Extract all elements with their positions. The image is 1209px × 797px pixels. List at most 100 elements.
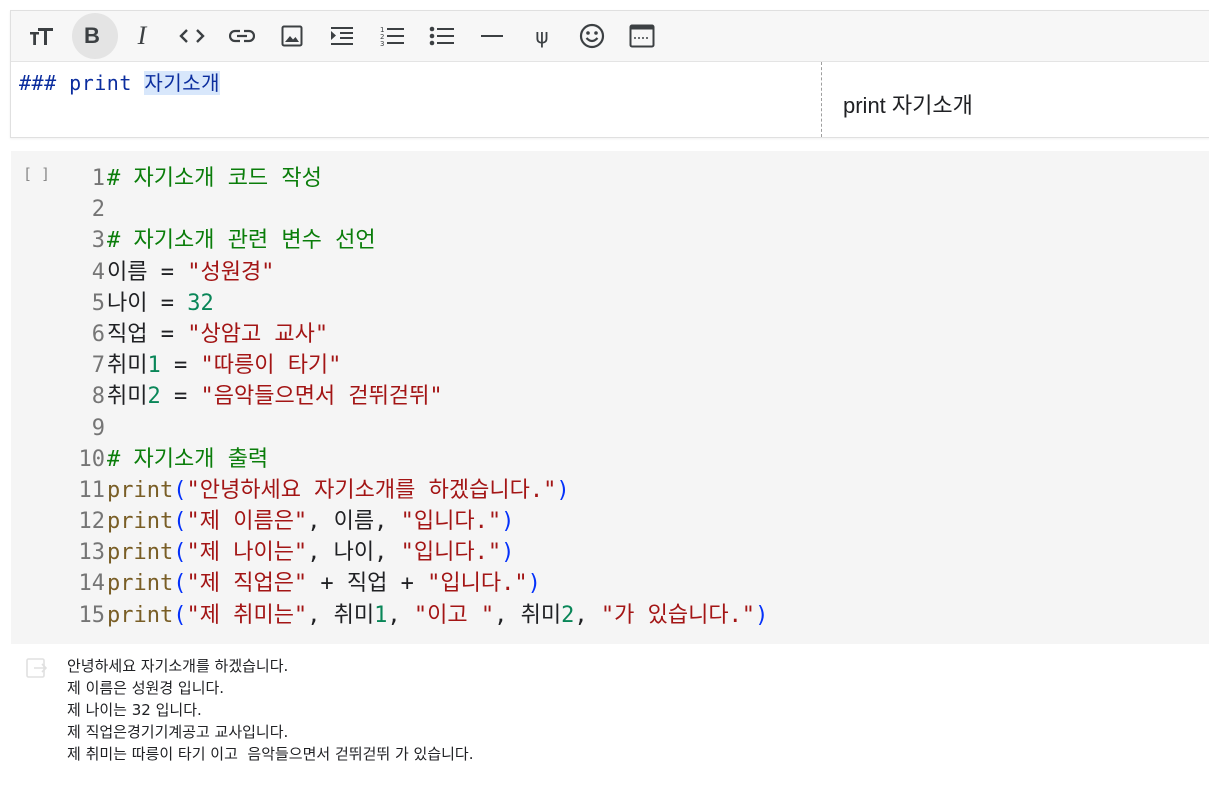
numbered-list-icon: 1 2 3: [380, 26, 404, 48]
code-token: "입니다.": [400, 509, 502, 535]
preview-layout-button[interactable]: [617, 11, 667, 61]
text-cell[interactable]: B I 1 2 3 ψ ### print 자기소개 print 자기소개: [10, 10, 1209, 138]
horizontal-rule-button[interactable]: [467, 11, 517, 61]
horizontal-rule-icon: [481, 35, 503, 37]
markdown-source-text: ### print: [19, 71, 145, 95]
output-line: 제 이름은 성원경 입니다.: [67, 679, 225, 697]
link-icon: [229, 29, 255, 43]
code-token: + 직업 +: [307, 571, 428, 597]
code-button[interactable]: [167, 11, 217, 61]
code-token: , 나이,: [307, 540, 401, 566]
code-token: 취미: [107, 353, 148, 379]
line-number: 9: [91, 415, 105, 441]
code-line: 7 취미1 = "따릉이 타기": [75, 350, 768, 381]
line-number: 3: [91, 228, 105, 254]
code-line: 15 print("제 취미는", 취미1, "이고 ", 취미2, "가 있습니…: [75, 600, 769, 631]
code-editor[interactable]: 1 # 자기소개 코드 작성 2 3 # 자기소개 관련 변수 선언 4 이름 = "성원경…: [75, 163, 769, 631]
code-token: 취미: [107, 384, 148, 410]
code-text: print("제 나이는", 나이, "입니다."): [107, 537, 514, 568]
code-token: 1: [147, 353, 161, 379]
code-cell[interactable]: [ ] 1 # 자기소개 코드 작성 2 3 # 자기소개 관련 변수 선언 4 이름 = …: [11, 151, 1209, 644]
code-token: =: [160, 353, 201, 379]
code-token: 직업 =: [107, 321, 188, 347]
code-token: "입니다.": [427, 571, 528, 597]
code-text: 이름 = "성원경": [107, 257, 274, 288]
line-number: 4: [91, 259, 105, 285]
code-token: # 자기소개 코드 작성: [107, 166, 322, 191]
code-line: 13 print("제 나이는", 나이, "입니다."): [75, 537, 768, 568]
text-size-button[interactable]: [17, 11, 67, 61]
code-line: 12 print("제 이름은", 이름, "입니다."): [75, 506, 768, 537]
code-text: print("안녕하세요 자기소개를 하겠습니다."): [107, 475, 570, 506]
numbered-list-button[interactable]: 1 2 3: [367, 11, 417, 61]
svg-text:3: 3: [380, 40, 384, 48]
output-line: 제 취미는 따릉이 타기 이고 음악들으면서 걷뛰걷뛰 가 있습니다.: [67, 745, 474, 763]
indent-button[interactable]: [317, 11, 367, 61]
code-token: (: [173, 571, 187, 597]
code-icon: [179, 29, 205, 43]
line-number: 6: [91, 321, 105, 347]
code-text: 나이 = 32: [107, 288, 214, 319]
code-token: (: [173, 509, 187, 535]
markdown-toolbar: B I 1 2 3 ψ: [11, 11, 1209, 62]
code-line: 6 직업 = "상암고 교사": [75, 319, 768, 350]
line-number: 13: [78, 540, 106, 566]
code-line: 14 print("제 직업은" + 직업 + "입니다."): [75, 568, 768, 599]
code-token: print: [107, 571, 174, 597]
code-token: # 자기소개 관련 변수 선언: [107, 228, 376, 254]
preview-layout-icon: [629, 24, 655, 48]
run-cell-button[interactable]: [ ]: [23, 165, 50, 183]
code-text: print("제 취미는", 취미1, "이고 ", 취미2, "가 있습니다.…: [107, 600, 768, 631]
code-token: "입니다.": [400, 540, 502, 566]
code-line: 2: [75, 194, 768, 225]
link-button[interactable]: [217, 11, 267, 61]
line-number: 14: [78, 571, 106, 597]
code-text: 취미1 = "따릉이 타기": [107, 350, 341, 381]
selected-text: 자기소개: [144, 71, 221, 95]
code-token: ): [755, 602, 769, 628]
code-token: "가 있습니다.": [600, 602, 756, 628]
code-token: "제 취미는": [186, 602, 308, 628]
line-number: 15: [78, 602, 106, 628]
code-line: 1 # 자기소개 코드 작성: [75, 163, 768, 194]
code-token: , 취미: [307, 602, 375, 628]
code-token: , 취미: [494, 602, 562, 628]
code-token: ): [501, 540, 515, 566]
bulleted-list-icon: [429, 26, 454, 46]
code-token: ): [501, 509, 515, 535]
indent-icon: [331, 27, 353, 45]
code-token: "제 직업은": [186, 571, 308, 597]
code-token: 나이 =: [107, 290, 188, 316]
code-token: , 이름,: [307, 509, 401, 535]
code-token: print: [107, 509, 174, 535]
image-button[interactable]: [267, 11, 317, 61]
bulleted-list-button[interactable]: [417, 11, 467, 61]
output-line: 제 직업은경기기계공고 교사입니다.: [67, 723, 289, 741]
code-line: 8 취미2 = "음악들으면서 걷뛰걷뛰": [75, 381, 768, 412]
code-token: 1: [374, 602, 388, 628]
latex-button[interactable]: ψ: [517, 11, 567, 61]
code-line: 3 # 자기소개 관련 변수 선언: [75, 225, 768, 256]
code-token: "성원경": [187, 259, 275, 285]
emoji-button[interactable]: [567, 11, 617, 61]
code-line: 4 이름 = "성원경": [75, 257, 768, 288]
line-number: 10: [78, 446, 106, 472]
code-token: 32: [187, 290, 214, 316]
code-text: # 자기소개 출력: [107, 444, 268, 475]
markdown-editor[interactable]: ### print 자기소개: [11, 62, 822, 137]
italic-button[interactable]: I: [117, 11, 167, 61]
code-token: (: [173, 602, 187, 628]
line-number: 5: [91, 290, 105, 316]
preview-heading: print 자기소개: [843, 93, 973, 118]
code-text: 직업 = "상암고 교사": [107, 319, 328, 350]
code-token: =: [160, 384, 201, 410]
bold-button[interactable]: B: [67, 11, 118, 61]
output-clear-icon[interactable]: [25, 656, 49, 684]
line-number: 1: [91, 166, 105, 191]
line-number: 11: [78, 477, 106, 503]
line-number: 2: [91, 197, 105, 223]
line-number: 7: [91, 353, 105, 379]
bold-icon: B: [84, 23, 100, 48]
line-number: 8: [91, 384, 105, 410]
italic-icon: I: [137, 21, 147, 50]
